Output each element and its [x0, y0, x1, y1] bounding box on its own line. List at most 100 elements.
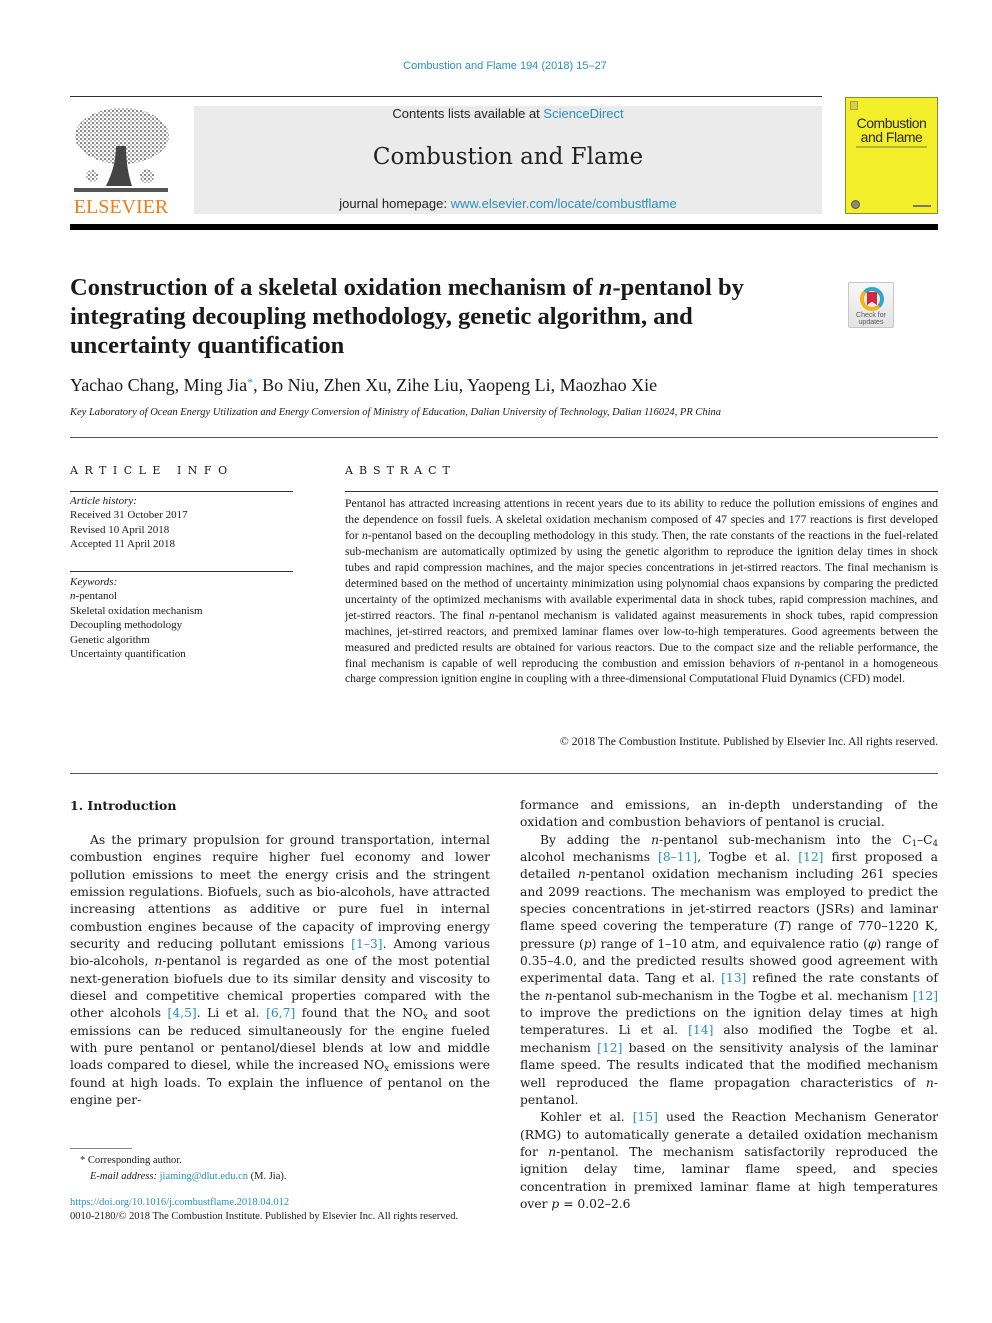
text-run: By adding the [540, 832, 652, 847]
italic-run: T [778, 919, 787, 934]
citation-link[interactable]: [8–11] [658, 850, 697, 864]
header-top-rule [70, 96, 822, 97]
citation-link[interactable]: [12] [597, 1041, 622, 1055]
divider [70, 571, 293, 572]
footnote: * Corresponding author. E-mail address: … [80, 1153, 500, 1185]
keyword-item: Decoupling methodology [70, 619, 183, 632]
cover-subtitle-bar [856, 146, 927, 148]
keyword-item: Genetic algorithm [70, 633, 150, 646]
citation-link[interactable]: [6,7] [266, 1006, 295, 1020]
article-history: Article history: Received 31 October 201… [70, 494, 293, 552]
author-list: Yachao Chang, Ming Jia*, Bo Niu, Zhen Xu… [70, 375, 920, 396]
divider [345, 491, 938, 492]
italic-run: n [544, 988, 553, 1003]
history-revised: Revised 10 April 2018 [70, 523, 170, 536]
journal-cover-thumbnail[interactable]: Combustion and Flame [845, 97, 938, 214]
article-info-heading: ARTICLE INFO [70, 464, 234, 477]
body-column-right: formance and emissions, an in-depth unde… [520, 797, 938, 1213]
journal-title: Combustion and Flame [372, 144, 644, 170]
text-run: , Togbe et al. [697, 850, 799, 865]
footnote-mark: * [80, 1155, 86, 1166]
cover-title: Combustion and Flame [846, 116, 937, 144]
intro-paragraph: formance and emissions, an in-depth unde… [520, 797, 938, 832]
cover-seal-icon [851, 200, 860, 209]
text-run: formance and emissions, an in-depth unde… [520, 798, 938, 830]
check-updates-line1: Check for [856, 312, 886, 319]
footnote-corresponding-text: Corresponding author. [87, 1155, 182, 1166]
cover-badge-icon [850, 101, 858, 110]
divider [70, 437, 938, 438]
check-for-updates-button[interactable]: Check for updates [848, 282, 894, 328]
footnote-email: E-mail address: jiaming@dlut.edu.cn (M. … [80, 1169, 500, 1185]
abstract-heading: ABSTRACT [345, 464, 456, 477]
title-italic: n [598, 274, 613, 301]
italic-run: n [651, 832, 660, 847]
abstract-copyright: © 2018 The Combustion Institute. Publish… [559, 735, 938, 748]
check-for-updates-label: Check for updates [849, 312, 893, 326]
keyword-item: Uncertainty quantification [70, 648, 186, 661]
text-run: alcohol mechanisms [520, 850, 659, 865]
italic-run: p [583, 936, 592, 951]
footnote-rule [70, 1148, 132, 1149]
intro-paragraph: By adding the n-pentanol sub-mechanism i… [520, 832, 938, 1110]
citation-link[interactable]: [1–3] [351, 937, 382, 951]
issn-copyright: 0010-2180/© 2018 The Combustion Institut… [70, 1211, 459, 1222]
cover-title-line1: Combustion [856, 115, 927, 131]
homepage-line: journal homepage: www.elsevier.com/locat… [194, 196, 822, 211]
affiliation: Key Laboratory of Ocean Energy Utilizati… [70, 407, 722, 418]
email-suffix: (M. Jia). [248, 1171, 287, 1182]
citation-link[interactable]: [4,5] [168, 1006, 197, 1020]
doi-link[interactable]: https://doi.org/10.1016/j.combustflame.2… [70, 1197, 289, 1208]
contents-line: Contents lists available at ScienceDirec… [194, 106, 822, 121]
section-heading-introduction: 1. Introduction [70, 798, 177, 813]
contents-prefix: Contents lists available at [392, 106, 544, 121]
text-run: found that the NO [295, 1006, 424, 1021]
elsevier-logo[interactable]: ELSEVIER [70, 106, 172, 218]
email-link[interactable]: jiaming@dlut.edu.cn [160, 1171, 248, 1182]
abstract-text: Pentanol has attracted increasing attent… [345, 496, 938, 687]
text-run: -pentanol sub-mechanism in the Togbe et … [552, 988, 913, 1003]
sciencedirect-link[interactable]: ScienceDirect [543, 106, 623, 121]
italic-run: n [577, 867, 586, 882]
article-title: Construction of a skeletal oxidation mec… [70, 273, 810, 360]
homepage-prefix: journal homepage: [339, 196, 451, 211]
text-run: -pentanol sub-mechanism into the C [659, 832, 912, 847]
text-run: . Li et al. [196, 1006, 267, 1021]
text-run: ) range of 1–10 atm, and equivalence rat… [591, 936, 868, 951]
history-label: Article history: [70, 495, 137, 507]
check-updates-line2: updates [858, 319, 884, 326]
intro-paragraph: As the primary propulsion for ground tra… [70, 832, 490, 1110]
keyword-item: n-pentanol [70, 589, 293, 603]
text-run: As the primary propulsion for ground tra… [70, 833, 490, 952]
text-run: = 0.02–2.6 [559, 1196, 631, 1211]
history-accepted: Accepted 11 April 2018 [70, 538, 175, 551]
journal-reference-link[interactable]: Combustion and Flame 194 (2018) 15–27 [0, 60, 992, 72]
footnote-corresponding: * Corresponding author. [80, 1153, 500, 1169]
elsevier-tree-icon [74, 108, 169, 192]
citation-link[interactable]: [15] [633, 1110, 658, 1124]
italic-run: n [548, 1144, 557, 1159]
keyword-item: Skeletal oxidation mechanism [70, 604, 203, 617]
citation-link[interactable]: [14] [688, 1023, 713, 1037]
text-run: Kohler et al. [540, 1110, 633, 1125]
keywords: Keywords: n-pentanol Skeletal oxidation … [70, 575, 293, 661]
intro-paragraph: Kohler et al. [15] used the Reaction Mec… [520, 1109, 938, 1213]
divider [70, 491, 293, 492]
keyword-text: -pentanol [75, 590, 118, 603]
journal-homepage-link[interactable]: www.elsevier.com/locate/combustflame [451, 196, 677, 211]
elsevier-wordmark: ELSEVIER [73, 196, 169, 218]
italic-run: n [925, 1075, 934, 1090]
citation-link[interactable]: [12] [798, 850, 823, 864]
citation-link[interactable]: [13] [721, 971, 746, 985]
citation-link[interactable]: [12] [913, 989, 938, 1003]
cover-title-line2: and Flame [860, 129, 923, 145]
history-received: Received 31 October 2017 [70, 509, 188, 522]
text-run: –C [917, 832, 933, 847]
authors-after: , Bo Niu, Zhen Xu, Zihe Liu, Yaopeng Li,… [253, 375, 658, 395]
body-column-left: As the primary propulsion for ground tra… [70, 832, 490, 1110]
italic-run: φ [867, 936, 877, 951]
cover-footer-bar [913, 205, 931, 207]
keywords-label: Keywords: [70, 576, 118, 588]
title-part1: Construction of a skeletal oxidation mec… [70, 274, 599, 301]
email-label: E-mail address: [90, 1171, 157, 1182]
